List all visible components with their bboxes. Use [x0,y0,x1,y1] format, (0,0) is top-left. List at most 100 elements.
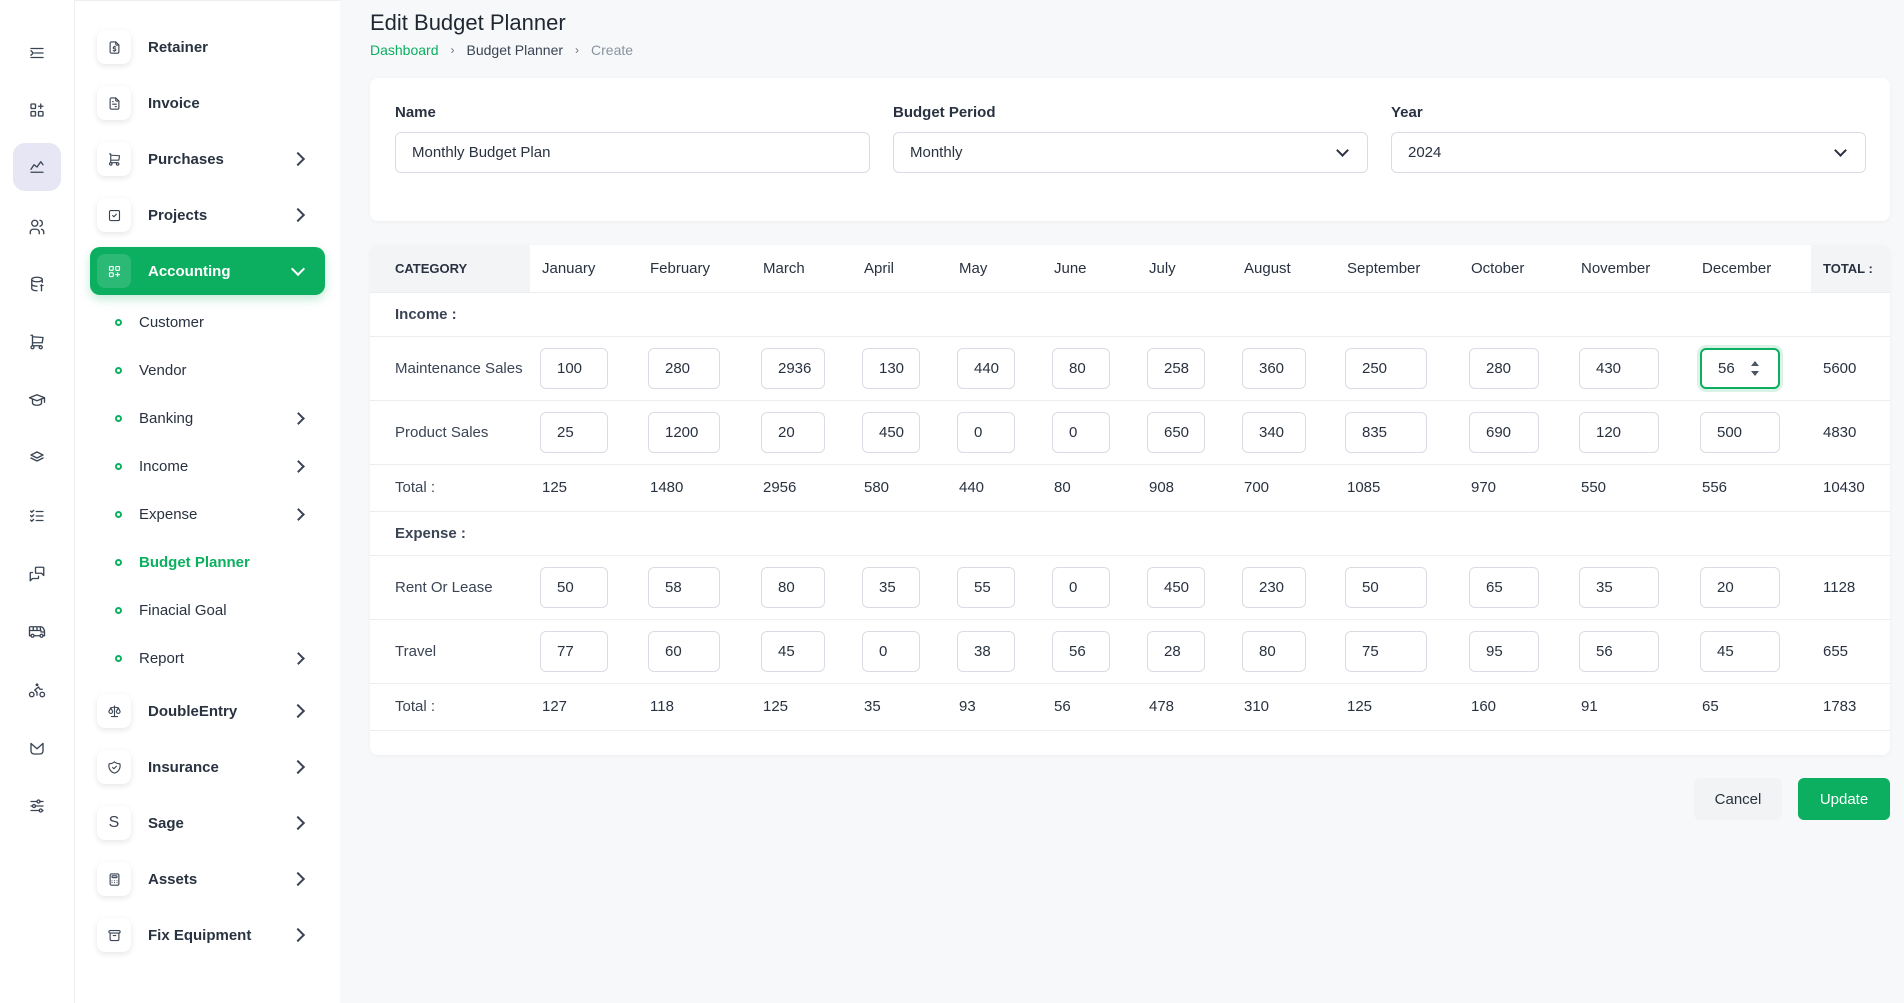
amount-input[interactable]: 95 [1469,630,1539,672]
amount-input[interactable]: 500 [1700,411,1780,453]
amount-input[interactable]: 45 [761,630,825,672]
checklist-icon[interactable] [13,492,61,540]
sidebar-item-fix-equipment[interactable]: Fix Equipment [90,911,325,959]
amount-input[interactable]: 230 [1242,566,1306,608]
amount-input[interactable]: 2936 [761,347,825,389]
sidebar-subitem-income[interactable]: Income [115,451,325,481]
bike-icon[interactable] [13,666,61,714]
sidebar-item-assets[interactable]: Assets [90,855,325,903]
graduation-cap-icon[interactable] [13,376,61,424]
database-dollar-icon[interactable] [13,260,61,308]
amount-input[interactable]: 35 [1579,566,1659,608]
breadcrumb-dashboard[interactable]: Dashboard [370,42,439,58]
amount-input[interactable]: 50 [1345,566,1427,608]
scale-icon [97,694,131,728]
sidebar-subitem-expense[interactable]: Expense [115,499,325,529]
layers-icon[interactable] [13,434,61,482]
expense-total-row: Total :127 118 125 35 93 56 478 310 125 160 91 65 17… [370,683,1890,731]
chevron-down-icon [290,261,306,277]
apps-icon[interactable] [13,86,61,134]
sidebar-subitem-banking[interactable]: Banking [115,403,325,433]
month-total: 2956 [751,464,852,512]
sidebar-subitem-vendor[interactable]: Vendor [115,355,325,385]
sidebar-subitem-financial-goal[interactable]: Finacial Goal [115,595,325,625]
amount-input[interactable]: 56 [1052,630,1110,672]
amount-value: 440 [974,359,1000,377]
sidebar-item-label: Accounting [148,262,231,280]
amount-input[interactable]: 35 [862,566,920,608]
budget-period-select[interactable]: Monthly [893,132,1368,173]
amount-input[interactable]: 75 [1345,630,1427,672]
amount-input[interactable]: 0 [1052,566,1110,608]
amount-input[interactable]: 0 [957,411,1015,453]
amount-input[interactable]: 28 [1147,630,1205,672]
amount-input[interactable]: 25 [540,411,608,453]
mailbox-icon[interactable] [13,724,61,772]
amount-input[interactable]: 60 [648,630,720,672]
menu-collapse-icon[interactable] [13,29,61,77]
sidebar-subitem-customer[interactable]: Customer [115,307,325,337]
amount-input[interactable]: 120 [1579,411,1659,453]
amount-input[interactable]: 450 [1147,566,1205,608]
update-button[interactable]: Update [1798,778,1890,820]
amount-input[interactable]: 360 [1242,347,1306,389]
sidebar-item-label: Retainer [148,38,209,56]
amount-input[interactable]: 56 [1579,630,1659,672]
sidebar-subitem-budget-planner[interactable]: Budget Planner [115,547,325,577]
messages-icon[interactable] [13,550,61,598]
sidebar-item-projects[interactable]: Projects [90,191,325,239]
amount-input[interactable]: 20 [1700,566,1780,608]
budget-table: CATEGORY January February March April Ma… [370,245,1890,731]
users-icon[interactable] [13,203,61,251]
sidebar-item-doubleentry[interactable]: DoubleEntry [90,687,325,735]
cart-icon[interactable] [13,318,61,366]
amount-input[interactable]: 340 [1242,411,1306,453]
breadcrumb-budget-planner[interactable]: Budget Planner [467,42,564,58]
amount-input[interactable]: 1200 [648,411,720,453]
amount-input[interactable]: 258 [1147,347,1205,389]
amount-input[interactable]: 80 [1242,630,1306,672]
amount-input[interactable]: 250 [1345,347,1427,389]
adjustments-icon[interactable] [13,782,61,830]
amount-input[interactable]: 65 [1469,566,1539,608]
spinner-icon[interactable] [1750,359,1760,379]
amount-input[interactable]: 100 [540,347,608,389]
amount-input[interactable]: 55 [957,566,1015,608]
amount-input[interactable]: 77 [540,630,608,672]
sidebar-item-insurance[interactable]: Insurance [90,743,325,791]
amount-input[interactable]: 430 [1579,347,1659,389]
month-header: October [1459,245,1569,293]
sidebar-item-invoice[interactable]: Invoice [90,79,325,127]
bus-icon[interactable] [13,608,61,656]
name-input[interactable]: Monthly Budget Plan [395,132,870,173]
amount-input[interactable]: 80 [1052,347,1110,389]
amount-input[interactable]: 56 [1700,347,1780,389]
sidebar-item-purchases[interactable]: Purchases [90,135,325,183]
amount-input[interactable]: 0 [862,630,920,672]
amount-input[interactable]: 450 [862,411,920,453]
amount-input[interactable]: 50 [540,566,608,608]
amount-value: 95 [1486,642,1503,660]
chart-line-icon[interactable] [13,143,61,191]
year-select[interactable]: 2024 [1391,132,1866,173]
amount-input[interactable]: 80 [761,566,825,608]
amount-input[interactable]: 20 [761,411,825,453]
amount-input[interactable]: 0 [1052,411,1110,453]
sidebar-item-accounting[interactable]: Accounting [90,247,325,295]
amount-input[interactable]: 58 [648,566,720,608]
sidebar-subitem-report[interactable]: Report [115,643,325,673]
amount-input[interactable]: 280 [1469,347,1539,389]
amount-input[interactable]: 280 [648,347,720,389]
amount-input[interactable]: 690 [1469,411,1539,453]
amount-input[interactable]: 38 [957,630,1015,672]
month-cell: 28 [1137,619,1232,684]
amount-input[interactable]: 130 [862,347,920,389]
cancel-button[interactable]: Cancel [1694,778,1782,820]
amount-input[interactable]: 835 [1345,411,1427,453]
amount-input[interactable]: 650 [1147,411,1205,453]
amount-input[interactable]: 440 [957,347,1015,389]
sidebar-item-sage[interactable]: S Sage [90,799,325,847]
amount-input[interactable]: 45 [1700,630,1780,672]
sidebar-item-retainer[interactable]: Retainer [90,23,325,71]
sidebar-subitem-label: Expense [139,505,198,523]
